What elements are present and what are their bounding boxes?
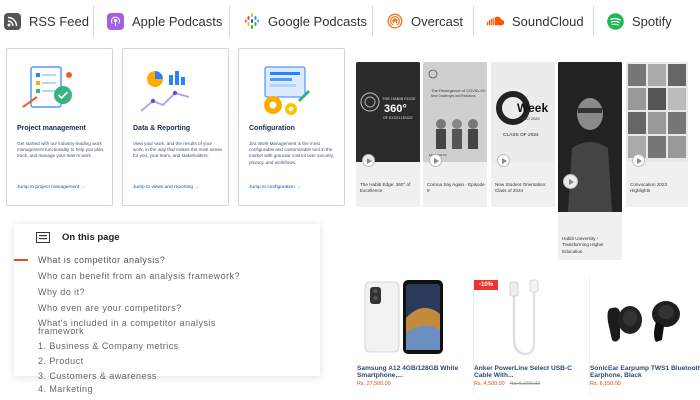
card-description: Jira Work Management is the most configu…: [249, 141, 334, 165]
thumb-text: CLASS OF 2024: [503, 132, 539, 138]
thumb-text: NSO 2020: [521, 116, 540, 121]
rss-feed-link[interactable]: RSS Feed: [4, 4, 89, 38]
thumb-text: New Challenges and Reactions: [431, 94, 476, 98]
spotify-icon: [607, 12, 624, 30]
card-title: Project management: [17, 125, 86, 132]
feature-card-data-reporting[interactable]: Data & Reporting View your work, and the…: [122, 48, 229, 206]
tab-label: Apple Podcasts: [132, 13, 223, 29]
active-item-marker: [14, 259, 28, 261]
thumb-text: OF EXCELLENCE: [383, 116, 413, 120]
video-caption: The Habib Edge: 360° of Excellence: [360, 182, 411, 194]
video-thumbnail: Week NSO 2020 CLASS OF 2024: [491, 62, 555, 162]
video-caption: Corona Say Again - Episode 9: [427, 182, 485, 194]
feature-card-project-management[interactable]: Project management Get started with our …: [6, 48, 113, 206]
spotify-link[interactable]: Spotify: [607, 4, 672, 38]
tab-label: Overcast: [411, 13, 464, 29]
video-caption: Habib University - Transforming Higher E…: [562, 236, 604, 254]
toc-item[interactable]: Why do it?: [38, 287, 85, 297]
video-card[interactable]: Habib University - Transforming Higher E…: [558, 62, 622, 260]
play-icon[interactable]: [429, 154, 442, 167]
apple-podcasts-icon: [107, 12, 124, 30]
video-card[interactable]: Convocation 2023 Highlights: [626, 62, 688, 207]
google-podcasts-icon: [243, 13, 260, 30]
product-price: Rs. 6,150.00: [590, 381, 621, 387]
product-title[interactable]: Anker PowerLine Select USB-C Cable With.…: [474, 365, 586, 380]
thumb-text: THE HABIB EDGE: [382, 96, 416, 101]
video-card[interactable]: THE HABIB EDGE 360° OF EXCELLENCE The Ha…: [356, 62, 420, 207]
thumb-text: 360°: [384, 103, 407, 115]
video-thumbnail: The Resurgence of COVID-19: New Challeng…: [423, 62, 487, 162]
toc-item[interactable]: 1. Business & Company metrics: [38, 341, 179, 351]
product-title[interactable]: Samsung A12 4GB/128GB White Smartphone,.…: [357, 365, 469, 380]
toc-item[interactable]: 3. Customers & awareness: [38, 371, 157, 381]
podcast-links-bar: RSS Feed Apple Podcasts Google Podcasts …: [0, 0, 700, 42]
product-card[interactable]: SonicEar Earpump TWS1 Bluetooth Earphone…: [589, 278, 700, 396]
tab-label: Spotify: [632, 13, 672, 29]
play-icon[interactable]: [632, 154, 645, 167]
card-link[interactable]: Jump to views and reporting →: [133, 185, 199, 190]
configuration-illustration: [264, 66, 311, 115]
soundcloud-icon: [487, 13, 504, 30]
usb-cable-image: [509, 279, 539, 356]
thumb-text: Week: [517, 101, 548, 115]
toc-item[interactable]: Who can benefit from an analysis framewo…: [38, 271, 240, 281]
toc-item[interactable]: 2. Product: [38, 356, 84, 366]
earphones-image: [607, 301, 680, 342]
play-icon[interactable]: [362, 154, 375, 167]
tab-label: SoundCloud: [512, 13, 584, 29]
product-card[interactable]: -10% Anker PowerLine Select USB-C Cable …: [473, 278, 584, 396]
soundcloud-link[interactable]: SoundCloud: [487, 4, 584, 38]
smartphone-image: [364, 280, 443, 354]
card-title: Data & Reporting: [133, 125, 191, 132]
discount-badge: -10%: [474, 280, 499, 290]
video-caption: New Student Orientation: Class of 2024: [495, 182, 547, 194]
list-icon: [36, 232, 50, 243]
play-icon[interactable]: [563, 174, 578, 189]
old-price: Rs. 5,000.00: [509, 381, 541, 387]
data-reporting-illustration: [140, 71, 190, 112]
product-title[interactable]: SonicEar Earpump TWS1 Bluetooth Earphone…: [590, 365, 700, 380]
apple-podcasts-link[interactable]: Apple Podcasts: [107, 4, 222, 38]
card-link[interactable]: Jump to configuration →: [249, 185, 301, 190]
product-price: Rs. 27,500.00: [357, 381, 391, 387]
thumb-text: The Resurgence of COVID-19:: [431, 88, 486, 93]
video-card[interactable]: Week NSO 2020 CLASS OF 2024 New Student …: [491, 62, 555, 207]
video-card[interactable]: The Resurgence of COVID-19: New Challeng…: [423, 62, 487, 207]
feature-card-configuration[interactable]: Configuration Jira Work Management is th…: [238, 48, 345, 206]
card-description: View your work, and the results of your …: [133, 141, 223, 159]
google-podcasts-link[interactable]: Google Podcasts: [243, 4, 367, 38]
rss-icon: [4, 12, 21, 30]
video-thumbnail: THE HABIB EDGE 360° OF EXCELLENCE: [356, 62, 420, 162]
toc-item[interactable]: What is competitor analysis?: [38, 255, 165, 265]
overcast-icon: [386, 13, 403, 30]
play-icon[interactable]: [497, 154, 510, 167]
video-thumbnail: [558, 62, 622, 212]
video-caption: Convocation 2023 Highlights: [630, 182, 668, 194]
on-this-page-header: On this page: [36, 232, 120, 243]
toc-item[interactable]: 4. Marketing: [38, 384, 93, 394]
toc-item[interactable]: Who even are your competitors?: [38, 303, 182, 313]
tab-label: RSS Feed: [29, 13, 89, 29]
project-management-illustration: [22, 66, 72, 108]
card-title: Configuration: [249, 125, 295, 132]
product-card[interactable]: Samsung A12 4GB/128GB White Smartphone,.…: [357, 278, 467, 396]
tab-label: Google Podcasts: [268, 13, 368, 29]
card-link[interactable]: Jump to project management →: [17, 185, 85, 190]
toc-item-continued[interactable]: framework: [38, 326, 84, 336]
video-thumbnail: [626, 62, 688, 162]
on-this-page-panel: On this page What is competitor analysis…: [14, 224, 320, 381]
overcast-link[interactable]: Overcast: [386, 4, 463, 38]
on-this-page-title: On this page: [62, 232, 120, 243]
card-description: Get started with our industry-leading wo…: [17, 141, 105, 159]
product-price: Rs. 4,500.00 Rs. 5,000.00: [474, 381, 541, 387]
